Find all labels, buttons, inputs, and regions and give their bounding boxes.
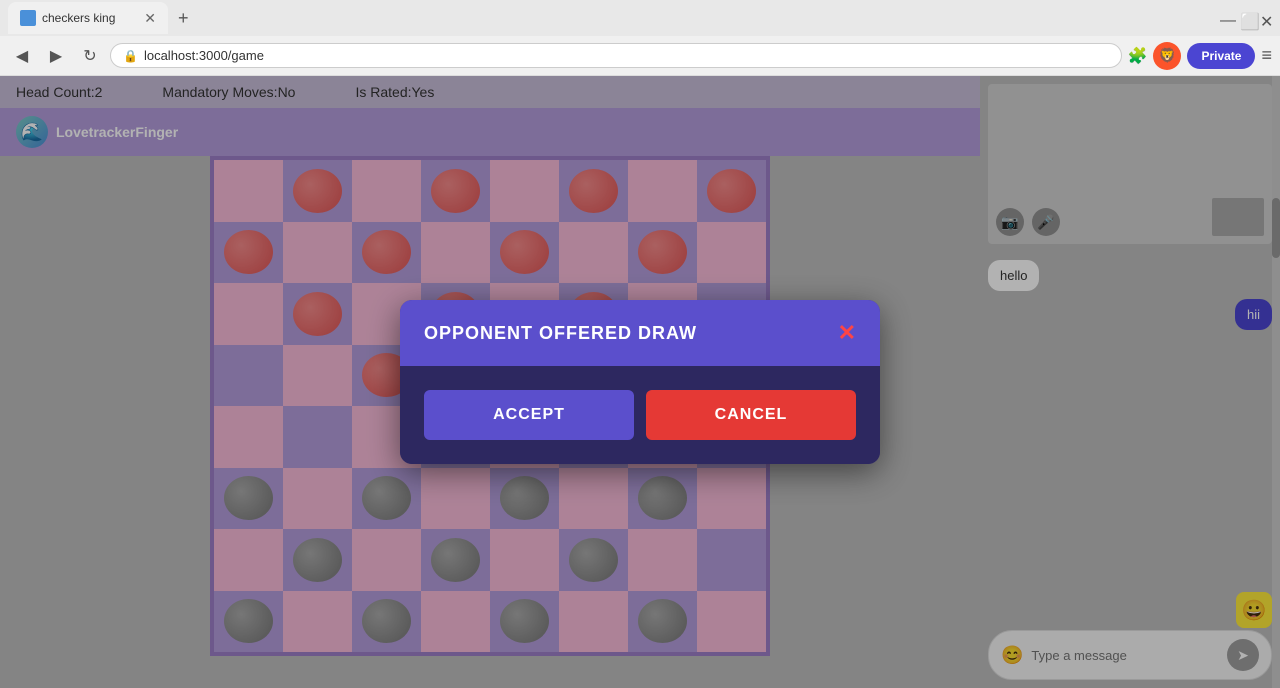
modal-close-button[interactable]: ✕ [838, 320, 856, 346]
url-text: localhost:3000/game [144, 48, 264, 63]
browser-chrome: checkers king ✕ + — ⬜ ✕ ◀ ▶ ↻ 🔒 localhos… [0, 0, 1280, 76]
new-tab-button[interactable]: + [172, 8, 195, 29]
modal-overlay: OPPONENT OFFERED DRAW ✕ ACCEPT CANCEL [0, 76, 1280, 688]
secure-icon: 🔒 [123, 49, 138, 63]
active-tab[interactable]: checkers king ✕ [8, 2, 168, 34]
minimize-button[interactable]: — [1220, 12, 1232, 24]
brave-shield-icon[interactable]: 🦁 [1153, 42, 1181, 70]
close-button[interactable]: ✕ [1260, 12, 1272, 24]
tab-favicon [20, 10, 36, 26]
accept-button[interactable]: ACCEPT [424, 390, 634, 440]
modal-body: ACCEPT CANCEL [400, 366, 880, 464]
address-bar: ◀ ▶ ↻ 🔒 localhost:3000/game 🧩 🦁 Private … [0, 36, 1280, 76]
modal-header: OPPONENT OFFERED DRAW ✕ [400, 300, 880, 366]
address-bar-right: 🧩 🦁 Private ≡ [1128, 42, 1272, 70]
draw-offer-modal: OPPONENT OFFERED DRAW ✕ ACCEPT CANCEL [400, 300, 880, 464]
tab-title: checkers king [42, 11, 115, 25]
cancel-button[interactable]: CANCEL [646, 390, 856, 440]
maximize-button[interactable]: ⬜ [1240, 12, 1252, 24]
tab-bar: checkers king ✕ + — ⬜ ✕ [0, 0, 1280, 36]
modal-title: OPPONENT OFFERED DRAW [424, 323, 697, 344]
extensions-icon[interactable]: 🧩 [1128, 46, 1148, 66]
forward-button[interactable]: ▶ [42, 42, 70, 70]
url-bar[interactable]: 🔒 localhost:3000/game [110, 43, 1122, 68]
back-button[interactable]: ◀ [8, 42, 36, 70]
reload-button[interactable]: ↻ [76, 42, 104, 70]
tab-close-button[interactable]: ✕ [144, 10, 156, 27]
private-button[interactable]: Private [1187, 43, 1255, 69]
menu-button[interactable]: ≡ [1261, 45, 1272, 66]
tab-bar-right: — ⬜ ✕ [1220, 12, 1272, 24]
